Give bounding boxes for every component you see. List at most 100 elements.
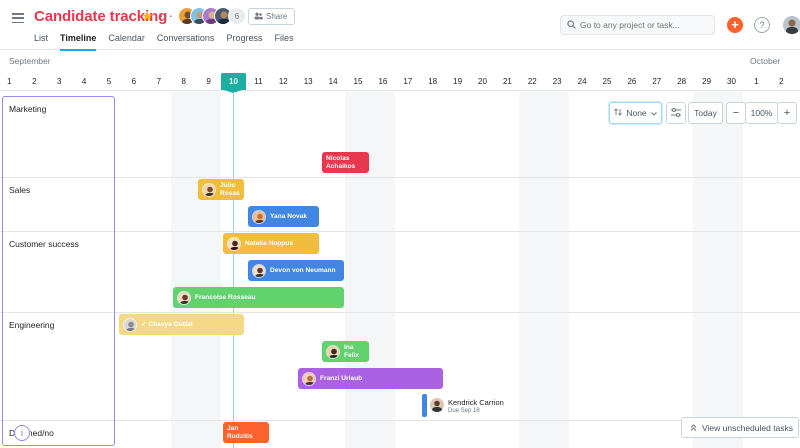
assignee-avatar xyxy=(177,290,191,305)
task-label: Nicolas Achaikos xyxy=(326,154,356,170)
day-cell: 9 xyxy=(206,77,211,86)
assignee-avatar xyxy=(326,344,340,359)
day-cell: 11 xyxy=(254,77,263,86)
weekend-shade xyxy=(693,92,743,448)
day-cell: 14 xyxy=(328,77,338,86)
app-root: Candidate tracking ★ ··· 6 Share List Ti… xyxy=(0,0,800,448)
task-bar[interactable]: Franzi Urlaub xyxy=(298,368,443,389)
share-button[interactable]: Share xyxy=(248,8,296,25)
milestone-due: Due Sep 18 xyxy=(448,408,480,414)
section-engineering[interactable]: Engineering xyxy=(9,320,54,330)
task-bar[interactable]: Natalia Hoppus xyxy=(223,233,319,254)
month-header: September October xyxy=(0,56,800,70)
chevrons-up-icon xyxy=(690,423,697,433)
zoom-out-button[interactable]: − xyxy=(726,102,746,124)
task-label: Devon von Neumann xyxy=(270,266,336,274)
task-label: Jan Rudzitis xyxy=(227,424,253,440)
project-tabs: List Timeline Calendar Conversations Pro… xyxy=(34,33,305,51)
month-label: October xyxy=(750,56,781,66)
member-count: 6 xyxy=(228,7,246,25)
sort-dropdown[interactable]: None xyxy=(609,102,662,124)
section-divider xyxy=(0,231,800,232)
section-divider xyxy=(0,177,800,178)
task-label: Julio Rosas xyxy=(220,181,240,197)
today-button[interactable]: Today xyxy=(688,102,723,124)
search-icon xyxy=(567,16,576,34)
share-icon xyxy=(254,12,263,22)
day-cell: 30 xyxy=(727,77,736,86)
today-line xyxy=(233,92,234,448)
search-bar[interactable] xyxy=(560,15,715,35)
task-bar[interactable]: Ina Felix xyxy=(322,341,369,362)
more-icon[interactable]: ··· xyxy=(159,7,173,23)
day-cell: 17 xyxy=(403,77,413,86)
month-label: September xyxy=(9,56,51,66)
sort-label: None xyxy=(626,108,647,118)
quick-add-button[interactable]: + xyxy=(727,17,743,33)
section-divider xyxy=(0,312,800,313)
help-button[interactable]: ? xyxy=(754,17,770,33)
assignee-avatar xyxy=(430,398,444,412)
day-cell: 16 xyxy=(378,77,388,86)
assignee-avatar xyxy=(252,263,266,278)
section-column xyxy=(2,96,115,446)
day-cell: 24 xyxy=(577,77,587,86)
assignee-avatar xyxy=(227,236,241,251)
top-bar: Candidate tracking ★ ··· 6 Share List Ti… xyxy=(0,0,800,51)
weekend-shade xyxy=(519,92,569,448)
tab-timeline[interactable]: Timeline xyxy=(60,33,97,51)
task-bar-completed[interactable]: ✓ Chasya Guttal xyxy=(119,314,244,335)
assignee-avatar xyxy=(302,371,316,386)
assignee-avatar xyxy=(202,182,216,197)
section-marketing[interactable]: Marketing xyxy=(9,104,46,114)
day-cell: 4 xyxy=(81,77,87,86)
day-cell: 8 xyxy=(181,77,186,86)
day-cell: 19 xyxy=(453,77,463,86)
chevron-down-icon xyxy=(650,108,657,118)
task-label: Francoise Rosseau xyxy=(195,293,256,301)
filter-icon xyxy=(671,107,681,119)
task-bar[interactable]: Julio Rosas xyxy=(198,179,244,200)
day-cell: 28 xyxy=(677,77,687,86)
hamburger-icon[interactable] xyxy=(12,13,24,24)
day-cell: 23 xyxy=(552,77,562,86)
day-cell: 26 xyxy=(627,77,637,86)
tab-progress[interactable]: Progress xyxy=(226,33,262,51)
timeline-grid[interactable] xyxy=(0,92,800,448)
tab-calendar[interactable]: Calendar xyxy=(108,33,145,51)
day-cell: 25 xyxy=(602,77,612,86)
day-cell: 29 xyxy=(702,77,712,86)
sort-icon xyxy=(614,108,623,118)
tab-conversations[interactable]: Conversations xyxy=(157,33,215,51)
task-bar[interactable]: Yana Novak xyxy=(248,206,319,227)
view-unscheduled-button[interactable]: View unscheduled tasks xyxy=(681,417,799,438)
share-label: Share xyxy=(266,12,288,21)
zoom-in-button[interactable]: + xyxy=(777,102,797,124)
user-avatar[interactable] xyxy=(783,16,800,34)
section-divider xyxy=(0,420,800,421)
day-cell: 2 xyxy=(32,77,37,86)
day-cell: 7 xyxy=(156,77,162,86)
zoom-level: 100% xyxy=(745,102,778,124)
milestone-marker[interactable] xyxy=(422,394,427,417)
tab-files[interactable]: Files xyxy=(274,33,293,51)
task-bar[interactable]: Francoise Rosseau xyxy=(173,287,344,308)
day-cell-today: 10 xyxy=(221,73,246,90)
star-icon[interactable]: ★ xyxy=(141,8,154,25)
info-icon[interactable]: i xyxy=(14,425,30,441)
milestone-name[interactable]: Kendrick Carrion xyxy=(448,398,504,407)
search-input[interactable] xyxy=(580,20,710,30)
task-bar[interactable]: Nicolas Achaikos xyxy=(322,152,369,173)
section-sales[interactable]: Sales xyxy=(9,185,30,195)
day-cell: 3 xyxy=(56,77,62,86)
day-cell: 6 xyxy=(131,77,137,86)
day-cell: 27 xyxy=(652,77,662,86)
day-cell: 21 xyxy=(502,77,512,86)
section-customer-success[interactable]: Customer success xyxy=(9,239,79,249)
filter-button[interactable] xyxy=(666,102,686,124)
task-bar[interactable]: Jan Rudzitis xyxy=(223,422,269,443)
unscheduled-label: View unscheduled tasks xyxy=(702,422,794,433)
task-bar[interactable]: Devon von Neumann xyxy=(248,260,344,281)
day-cell: 13 xyxy=(303,77,313,86)
tab-list[interactable]: List xyxy=(34,33,48,51)
